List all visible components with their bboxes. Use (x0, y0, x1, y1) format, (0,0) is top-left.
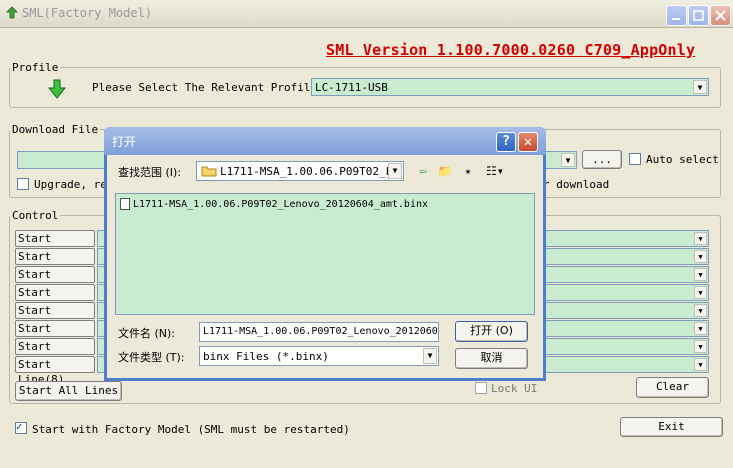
new-folder-icon[interactable]: ✴ (459, 163, 477, 179)
title-bar: SML(Factory Model) (0, 0, 733, 28)
close-button[interactable] (710, 5, 731, 26)
browse-button[interactable]: ... (582, 150, 622, 169)
start-line-6-button[interactable]: Start Line(6) (15, 320, 95, 350)
help-button[interactable]: ? (496, 132, 516, 152)
chevron-down-icon[interactable]: ▼ (388, 163, 402, 179)
minimize-icon (672, 18, 680, 20)
upgrade-checkbox[interactable] (17, 178, 29, 190)
profile-value: LC-1711-USB (315, 81, 388, 94)
start-line-4-button[interactable]: Start Line(4) (15, 284, 95, 314)
start-line-5-button[interactable]: Start Line(5) (15, 302, 95, 332)
chevron-down-icon[interactable]: ▼ (694, 322, 707, 335)
chevron-down-icon[interactable]: ▼ (694, 232, 707, 245)
start-line-2-button[interactable]: Start Line(2) (15, 248, 95, 278)
start-all-lines-button[interactable]: Start All Lines (15, 381, 122, 401)
clear-button[interactable]: Clear (636, 377, 709, 398)
view-menu-icon[interactable]: ☷▾ (483, 163, 507, 179)
filename-input[interactable]: L1711-MSA_1.00.06.P09T02_Lenovo_2012060 (199, 322, 439, 342)
close-icon (715, 10, 726, 21)
chevron-down-icon[interactable]: ▼ (694, 340, 707, 353)
start-line-8-button[interactable]: Start Line(8) (15, 356, 95, 386)
chevron-down-icon[interactable]: ▼ (423, 348, 437, 364)
open-file-dialog: 打开 ? ✕ 查找范围 (I): L1711-MSA_1.00.06.P09T0… (104, 127, 546, 381)
up-folder-icon[interactable]: 📁 (436, 163, 454, 179)
app-icon (6, 6, 18, 19)
dialog-title: 打开 (112, 135, 137, 149)
dialog-close-button[interactable]: ✕ (518, 132, 538, 152)
file-item-name: L1711-MSA_1.00.06.P09T02_Lenovo_20120604… (133, 199, 429, 210)
chevron-down-icon[interactable]: ▼ (693, 80, 707, 94)
profile-prompt: Please Select The Relevant Profile (92, 81, 318, 94)
file-list[interactable]: L1711-MSA_1.00.06.P09T02_Lenovo_20120604… (115, 193, 535, 315)
maximize-icon (693, 10, 704, 21)
folder-icon (201, 166, 217, 177)
file-icon (120, 198, 130, 210)
exit-button[interactable]: Exit (620, 417, 723, 437)
upgrade-label: Upgrade, rem (34, 178, 114, 191)
start-line-3-button[interactable]: Start Line(3) (15, 266, 95, 296)
profile-select[interactable]: LC-1711-USB ▼ (311, 78, 709, 96)
dialog-title-bar: 打开 ? ✕ (104, 127, 546, 155)
filetype-value: binx Files (*.binx) (203, 350, 329, 363)
start-line-7-button[interactable]: Start Line(7) (15, 338, 95, 368)
look-in-select[interactable]: L1711-MSA_1.00.06.P09T02_Le ▼ (196, 161, 404, 181)
open-button[interactable]: 打开 (O) (455, 321, 528, 342)
filetype-label: 文件类型 (T): (118, 351, 185, 364)
chevron-down-icon[interactable]: ▼ (694, 250, 707, 263)
look-in-label: 查找范围 (I): (118, 166, 182, 179)
chevron-down-icon[interactable]: ▼ (694, 286, 707, 299)
auto-select-label: Auto select (646, 153, 719, 166)
version-label: SML Version 1.100.7000.0260 C709_AppOnly (326, 41, 696, 59)
auto-select-checkbox[interactable] (629, 153, 641, 165)
window-title: SML(Factory Model) (22, 6, 153, 20)
chevron-down-icon[interactable]: ▼ (694, 304, 707, 317)
back-icon[interactable]: ⇦ (414, 163, 432, 179)
filename-value: L1711-MSA_1.00.06.P09T02_Lenovo_2012060 (203, 326, 438, 337)
control-legend: Control (12, 209, 59, 222)
filename-label: 文件名 (N): (118, 327, 176, 340)
chevron-down-icon[interactable]: ▼ (561, 153, 575, 167)
factory-model-checkbox[interactable] (15, 420, 27, 434)
list-item[interactable]: L1711-MSA_1.00.06.P09T02_Lenovo_20120604… (120, 198, 428, 210)
chevron-down-icon[interactable]: ▼ (694, 268, 707, 281)
after-download-label: r download (543, 178, 610, 191)
question-icon: ? (502, 134, 510, 149)
filetype-select[interactable]: binx Files (*.binx) ▼ (199, 346, 439, 366)
lock-ui-checkbox[interactable] (475, 382, 487, 394)
profile-legend: Profile (12, 61, 59, 74)
arrow-down-icon (47, 79, 67, 99)
look-in-value: L1711-MSA_1.00.06.P09T02_Le (220, 165, 399, 178)
start-line-1-button[interactable]: Start Line(1) (15, 230, 95, 260)
maximize-button[interactable] (688, 5, 709, 26)
lock-ui-label: Lock UI (491, 382, 538, 395)
close-icon: ✕ (523, 134, 533, 150)
minimize-button[interactable] (666, 5, 687, 26)
download-legend: Download File (12, 123, 99, 136)
chevron-down-icon[interactable]: ▼ (694, 358, 707, 371)
cancel-button[interactable]: 取消 (455, 348, 528, 369)
factory-model-label: Start with Factory Model (SML must be re… (32, 423, 350, 436)
